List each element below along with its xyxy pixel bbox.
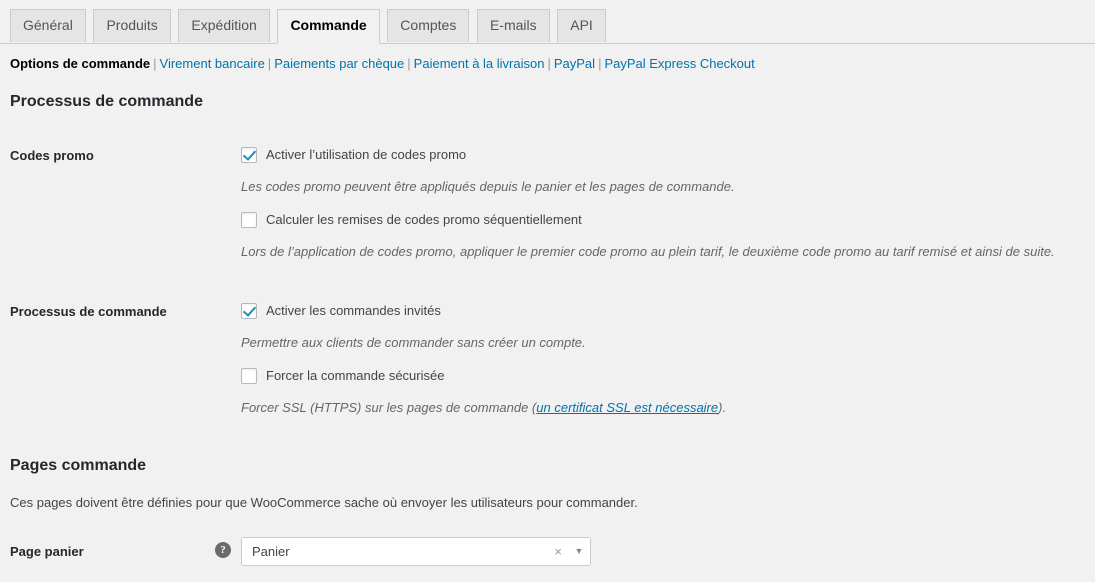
- subnav-item-paypal[interactable]: PayPal: [554, 56, 595, 71]
- row-label-processus-de-commande: Processus de commande: [10, 304, 167, 321]
- chevron-down-icon[interactable]: ▼: [568, 547, 590, 556]
- subnav-item-virement-bancaire[interactable]: Virement bancaire: [160, 56, 265, 71]
- checkbox-sequential-coupons[interactable]: [241, 212, 257, 228]
- section-heading-checkout-process: Processus de commande: [10, 92, 203, 111]
- checkbox-row-sequential-coupons[interactable]: Calculer les remises de codes promo séqu…: [241, 212, 582, 229]
- subnav-separator: |: [150, 56, 159, 71]
- checkbox-force-secure-checkout[interactable]: [241, 368, 257, 384]
- checkout-subnav: Options de commande|Virement bancaire|Pa…: [0, 44, 1095, 74]
- section-description-checkout-pages: Ces pages doivent être définies pour que…: [10, 493, 638, 513]
- settings-tab-bar: Général Produits Expédition Commande Com…: [0, 0, 1095, 44]
- checkbox-row-force-secure-checkout[interactable]: Forcer la commande sécurisée: [241, 368, 444, 385]
- cart-page-select-value: Panier: [242, 544, 548, 559]
- description-force-secure-checkout: Forcer SSL (HTTPS) sur les pages de comm…: [241, 399, 726, 417]
- tab-general[interactable]: Général: [10, 9, 86, 42]
- tab-expedition[interactable]: Expédition: [178, 9, 269, 42]
- description-ssl-prefix: Forcer SSL (HTTPS) sur les pages de comm…: [241, 400, 536, 415]
- cart-page-select[interactable]: Panier × ▼: [241, 537, 591, 566]
- checkbox-row-enable-coupons[interactable]: Activer l’utilisation de codes promo: [241, 147, 466, 164]
- checkbox-guest-checkout[interactable]: [241, 303, 257, 319]
- description-ssl-suffix: ).: [718, 400, 726, 415]
- help-icon[interactable]: ?: [215, 542, 231, 558]
- subnav-item-paiement-a-la-livraison[interactable]: Paiement à la livraison: [414, 56, 545, 71]
- checkbox-enable-coupons[interactable]: [241, 147, 257, 163]
- subnav-item-paiements-par-cheque[interactable]: Paiements par chèque: [274, 56, 404, 71]
- checkbox-label-enable-coupons: Activer l’utilisation de codes promo: [266, 147, 466, 164]
- description-guest-checkout: Permettre aux clients de commander sans …: [241, 334, 586, 352]
- row-label-page-panier: Page panier: [10, 544, 84, 561]
- row-label-codes-promo: Codes promo: [10, 148, 94, 165]
- tab-commande[interactable]: Commande: [277, 9, 379, 44]
- description-sequential-coupons: Lors de l’application de codes promo, ap…: [241, 243, 1055, 261]
- checkbox-label-guest-checkout: Activer les commandes invités: [266, 303, 441, 320]
- clear-icon[interactable]: ×: [548, 545, 568, 558]
- tab-produits[interactable]: Produits: [93, 9, 170, 42]
- description-enable-coupons: Les codes promo peuvent être appliqués d…: [241, 178, 735, 196]
- subnav-item-paypal-express-checkout[interactable]: PayPal Express Checkout: [604, 56, 754, 71]
- checkbox-label-sequential-coupons: Calculer les remises de codes promo séqu…: [266, 212, 582, 229]
- tab-emails[interactable]: E-mails: [477, 9, 550, 42]
- subnav-separator: |: [544, 56, 553, 71]
- checkbox-row-guest-checkout[interactable]: Activer les commandes invités: [241, 303, 441, 320]
- subnav-separator: |: [265, 56, 274, 71]
- section-heading-checkout-pages: Pages commande: [10, 456, 146, 475]
- checkbox-label-force-secure-checkout: Forcer la commande sécurisée: [266, 368, 444, 385]
- subnav-separator: |: [404, 56, 413, 71]
- subnav-item-options-de-commande[interactable]: Options de commande: [10, 56, 150, 71]
- tab-comptes[interactable]: Comptes: [387, 9, 469, 42]
- ssl-certificate-link[interactable]: un certificat SSL est nécessaire: [536, 400, 718, 415]
- tab-api[interactable]: API: [557, 9, 606, 42]
